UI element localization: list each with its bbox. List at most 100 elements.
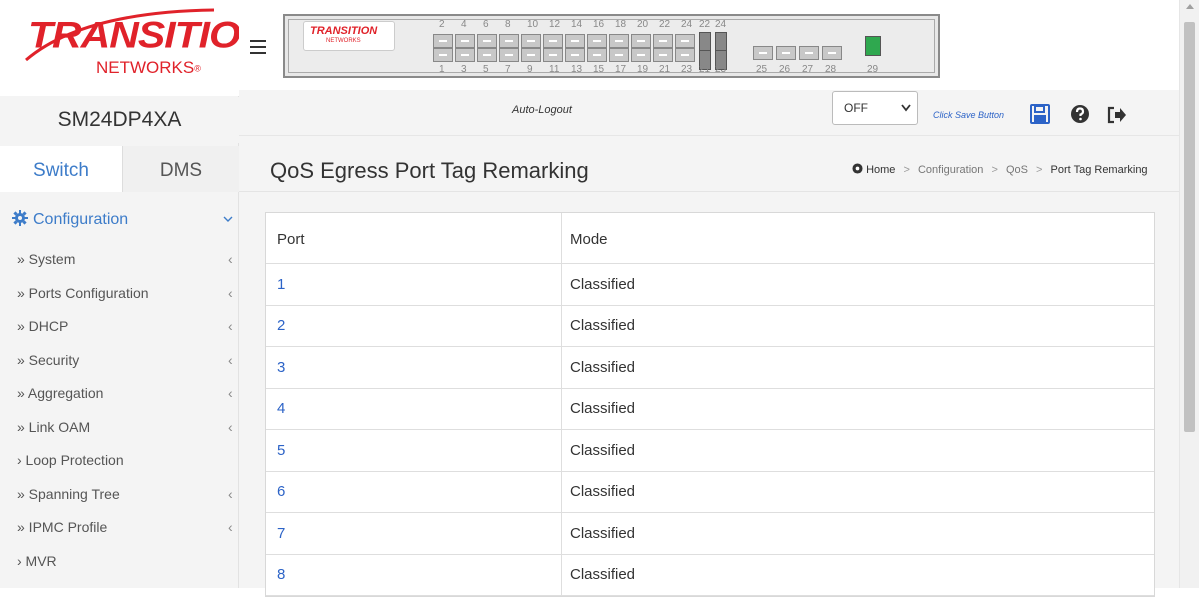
sidebar-item-dhcp[interactable]: » DHCP ‹ — [0, 311, 239, 345]
table-row: 5 Classified — [266, 430, 1154, 472]
port-link[interactable]: 4 — [277, 400, 285, 417]
sfp-port-icon[interactable] — [699, 32, 711, 52]
sidebar-item-security[interactable]: » Security ‹ — [0, 345, 239, 379]
table-row: 3 Classified — [266, 347, 1154, 389]
port-icon[interactable] — [543, 48, 563, 62]
port-number-label: 24 — [715, 19, 727, 30]
port-number-label: 9 — [527, 64, 533, 75]
port-link[interactable]: 5 — [277, 442, 285, 459]
port-icon[interactable] — [653, 34, 673, 48]
port-icon[interactable] — [477, 48, 497, 62]
sidebar-item-link-oam[interactable]: » Link OAM ‹ — [0, 412, 239, 446]
scroll-up-icon[interactable] — [1186, 4, 1194, 9]
port-icon[interactable] — [675, 48, 695, 62]
port-icon[interactable] — [565, 34, 585, 48]
sidebar-item-ipmc-profile[interactable]: » IPMC Profile ‹ — [0, 512, 239, 546]
sidebar-item-ports-configuration[interactable]: » Ports Configuration ‹ — [0, 278, 239, 312]
port-link[interactable]: 7 — [277, 525, 285, 542]
port-icon[interactable] — [521, 34, 541, 48]
sidebar-item-loop-protection[interactable]: › Loop Protection — [0, 445, 239, 479]
port-number-label: 13 — [571, 64, 583, 75]
port-number-label: 10 — [527, 19, 539, 30]
table-row: 1 Classified — [266, 264, 1154, 306]
port-icon[interactable] — [455, 34, 475, 48]
page-scrollbar[interactable] — [1179, 0, 1199, 588]
logout-icon[interactable] — [1107, 106, 1127, 124]
port-icon[interactable] — [433, 34, 453, 48]
breadcrumb: Home > Configuration > QoS > Port Tag Re… — [852, 163, 1148, 176]
port-link[interactable]: 3 — [277, 359, 285, 376]
sidebar-item-spanning-tree[interactable]: » Spanning Tree ‹ — [0, 479, 239, 513]
port-icon[interactable] — [477, 34, 497, 48]
chevron-down-icon — [223, 216, 233, 222]
port-link[interactable]: 2 — [277, 317, 285, 334]
chevron-left-icon: ‹ — [228, 284, 233, 301]
scroll-thumb[interactable] — [1184, 22, 1195, 432]
sfp-plus-port-icon[interactable] — [776, 46, 796, 60]
port-icon[interactable] — [455, 48, 475, 62]
mode-value: Classified — [570, 441, 636, 459]
port-number-label: 27 — [802, 64, 814, 75]
menu-toggle-icon[interactable] — [250, 40, 266, 54]
table-row: 7 Classified — [266, 513, 1154, 555]
port-number-label: 24 — [681, 19, 693, 30]
page-header: QoS Egress Port Tag Remarking Home > Con… — [239, 136, 1179, 192]
port-icon[interactable] — [565, 48, 585, 62]
chevron-left-icon: ‹ — [228, 251, 233, 267]
sidebar-item-configuration[interactable]: Configuration — [0, 192, 239, 244]
port-icon[interactable] — [543, 34, 563, 48]
mode-value: Classified — [570, 400, 636, 418]
column-header-port: Port — [266, 213, 562, 263]
sfp-plus-port-icon[interactable] — [753, 46, 773, 60]
port-icon[interactable] — [609, 48, 629, 62]
port-link[interactable]: 6 — [277, 483, 285, 500]
port-link[interactable]: 8 — [277, 566, 285, 583]
mode-value: Classified — [570, 524, 636, 542]
auto-logout-select[interactable]: OFF — [832, 91, 918, 125]
port-number-label: 15 — [593, 64, 605, 75]
port-link[interactable]: 1 — [277, 276, 285, 293]
help-icon[interactable] — [1070, 104, 1090, 124]
auto-logout-label: Auto-Logout — [512, 104, 572, 116]
save-icon[interactable] — [1030, 104, 1050, 124]
port-icon[interactable] — [631, 48, 651, 62]
sidebar: TRANSITION NETWORKS® SM24DP4XA Switch DM… — [0, 0, 270, 588]
port-icon[interactable] — [653, 48, 673, 62]
port-number-label: 7 — [505, 64, 511, 75]
port-icon[interactable] — [609, 34, 629, 48]
brand-logo: TRANSITION NETWORKS® — [0, 0, 270, 96]
sfp-port-icon[interactable] — [715, 32, 727, 52]
brand-name-top: TRANSITION — [28, 14, 270, 56]
port-icon[interactable] — [587, 48, 607, 62]
port-number-label: 11 — [549, 64, 560, 75]
port-icon[interactable] — [631, 34, 651, 48]
tab-switch[interactable]: Switch — [0, 146, 123, 192]
column-header-mode: Mode — [570, 230, 608, 248]
sidebar-nav: Configuration » System ‹ » Ports Configur… — [0, 192, 239, 579]
port-icon[interactable] — [675, 34, 695, 48]
tab-dms[interactable]: DMS — [123, 146, 239, 192]
port-number-label: 28 — [825, 64, 837, 75]
sfp-plus-port-icon[interactable] — [822, 46, 842, 60]
mode-value: Classified — [570, 566, 636, 584]
port-number-label: 21 — [699, 64, 711, 75]
table-row: 2 Classified — [266, 305, 1154, 347]
sidebar-item-aggregation[interactable]: » Aggregation ‹ — [0, 378, 239, 412]
mode-value: Classified — [570, 483, 636, 501]
breadcrumb-configuration[interactable]: Configuration — [918, 164, 983, 176]
port-icon[interactable] — [521, 48, 541, 62]
table-row: 6 Classified — [266, 471, 1154, 513]
port-icon[interactable] — [499, 34, 519, 48]
page-title: QoS Egress Port Tag Remarking — [270, 158, 589, 183]
port-icon[interactable] — [587, 34, 607, 48]
port-number-label: 16 — [593, 19, 605, 30]
management-port-icon[interactable] — [865, 36, 881, 56]
breadcrumb-qos[interactable]: QoS — [1006, 164, 1028, 176]
sidebar-item-system[interactable]: » System ‹ — [0, 244, 239, 278]
sfp-plus-port-icon[interactable] — [799, 46, 819, 60]
breadcrumb-home[interactable]: Home — [866, 164, 895, 176]
port-icon[interactable] — [499, 48, 519, 62]
port-number-label: 25 — [756, 64, 768, 75]
port-icon[interactable] — [433, 48, 453, 62]
sidebar-item-mvr[interactable]: › MVR — [0, 546, 239, 580]
